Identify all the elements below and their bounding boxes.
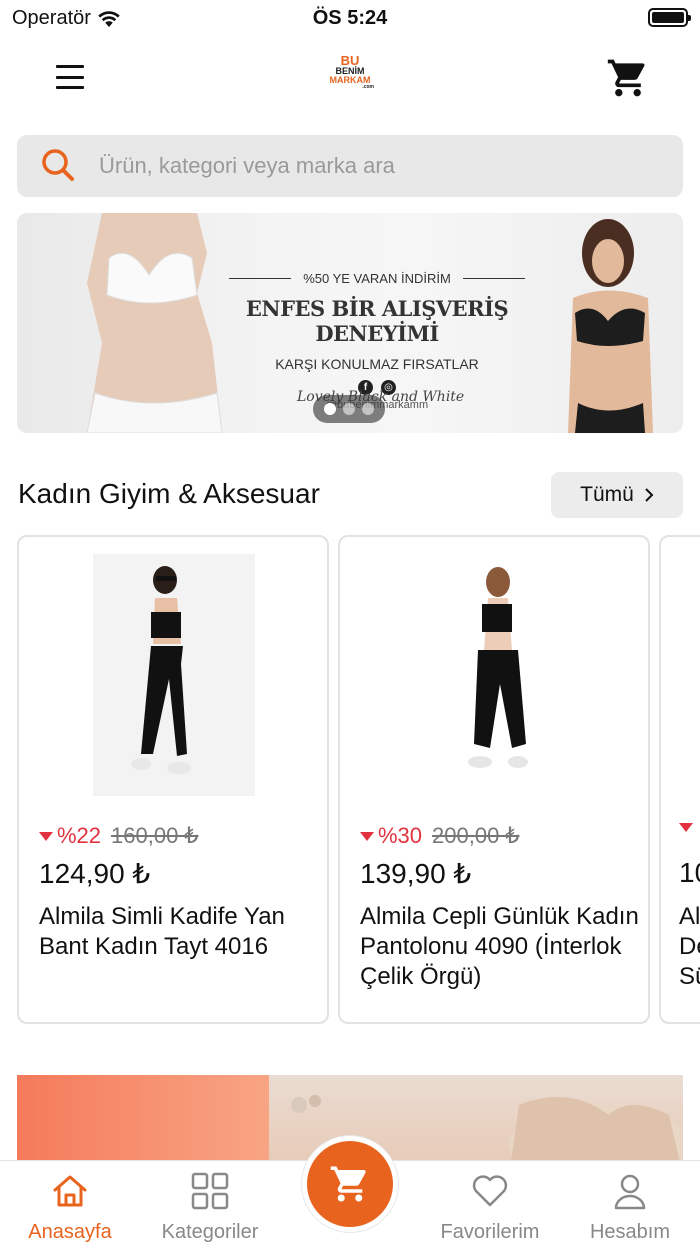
price-row: %22 160,00 ₺ <box>39 823 198 849</box>
battery-icon <box>648 8 691 27</box>
product-card[interactable]: %30 200,00 ₺ 139,90 ₺ Almila Cepli Günlü… <box>338 535 650 1024</box>
pagination-dot[interactable] <box>361 403 374 415</box>
banner-promo-line: %50 YE VARAN İNDİRİM <box>197 271 557 286</box>
home-icon <box>53 1175 87 1207</box>
product-image <box>93 554 255 796</box>
product-name: Almila Cepli Günlük Kadın Pantolonu 4090… <box>360 903 639 990</box>
tab-label: Anasayfa <box>28 1221 112 1243</box>
price-row: %30 200,00 ₺ <box>360 823 519 849</box>
banner-pagination[interactable] <box>313 395 385 423</box>
down-arrow-icon <box>39 831 53 841</box>
search-icon <box>42 149 74 181</box>
pagination-dot[interactable] <box>324 403 337 415</box>
section-title: Kadın Giyim & Aksesuar <box>18 478 320 509</box>
product-name: Al De Sü <box>679 903 700 990</box>
cart-icon <box>607 59 645 97</box>
user-icon <box>614 1174 646 1210</box>
brand-logo[interactable]: BU BENİM MARKAM .com <box>326 54 375 98</box>
product-image <box>414 554 576 796</box>
discount-badge: %30 <box>378 823 423 848</box>
status-time: ÖS 5:24 <box>312 7 388 29</box>
price-row <box>679 823 700 832</box>
product-card[interactable]: 10 Al De Sü <box>659 535 700 1024</box>
tab-account[interactable]: Hesabım <box>560 1161 700 1244</box>
product-price: 10 <box>679 857 700 888</box>
banner-model-image-right <box>568 219 653 433</box>
tab-label: Hesabım <box>589 1221 671 1243</box>
logo-line-4: .com <box>362 84 374 90</box>
product-carousel[interactable]: %22 160,00 ₺ 124,90 ₺ Almila Simli Kadif… <box>17 535 700 1025</box>
tab-home[interactable]: Anasayfa <box>0 1161 140 1244</box>
promo-banner[interactable]: %50 YE VARAN İNDİRİM ENFES BİR ALIŞVERİŞ… <box>17 213 683 433</box>
product-price: 139,90 ₺ <box>360 858 472 889</box>
discount-badge: %22 <box>57 823 102 848</box>
tab-label: Favorilerim <box>440 1221 540 1243</box>
status-bar: Operatör ÖS 5:24 <box>0 0 700 36</box>
product-price: 124,90 ₺ <box>39 858 151 889</box>
tab-label: Kategoriler <box>161 1221 259 1243</box>
search-bar[interactable] <box>17 135 683 197</box>
old-price: 160,00 ₺ <box>111 823 199 848</box>
tab-favorites[interactable]: Favorilerim <box>420 1161 560 1244</box>
down-arrow-icon <box>679 823 693 832</box>
heart-icon <box>472 1175 508 1207</box>
cart-button[interactable] <box>606 56 650 100</box>
see-all-label: Tümü <box>580 483 634 506</box>
cart-icon <box>330 1166 366 1202</box>
chevron-right-icon <box>645 488 654 502</box>
product-name: Almila Simli Kadife Yan Bant Kadın Tayt … <box>39 903 285 960</box>
menu-button[interactable] <box>52 62 88 92</box>
product-card[interactable]: %22 160,00 ₺ 124,90 ₺ Almila Simli Kadif… <box>17 535 329 1024</box>
banner-title: ENFES BİR ALIŞVERİŞ DENEYİMİ <box>245 296 509 346</box>
search-input[interactable] <box>99 153 659 179</box>
pagination-dot[interactable] <box>342 403 355 415</box>
see-all-button[interactable]: Tümü <box>551 472 683 518</box>
down-arrow-icon <box>360 831 374 841</box>
old-price: 200,00 ₺ <box>432 823 520 848</box>
menu-icon <box>56 65 84 68</box>
banner-subtitle: KARŞI KONULMAZ FIRSATLAR <box>275 356 479 372</box>
top-nav: BU BENİM MARKAM .com <box>0 48 700 108</box>
grid-icon <box>191 1172 229 1210</box>
tab-categories[interactable]: Kategoriler <box>140 1161 280 1244</box>
center-cart-button[interactable] <box>302 1136 398 1232</box>
